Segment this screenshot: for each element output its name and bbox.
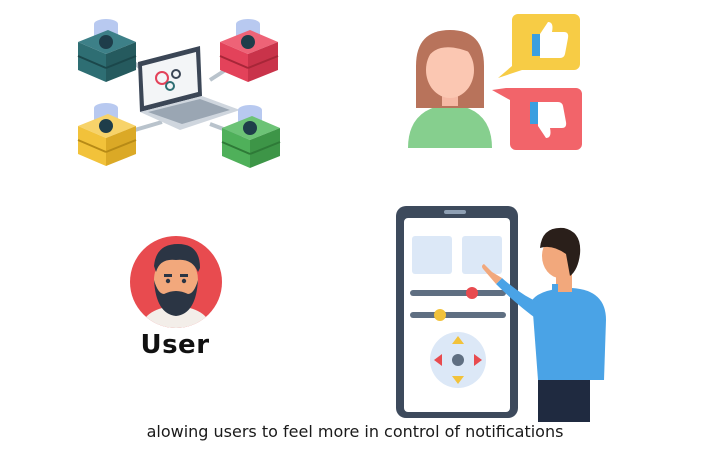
server-teal-icon <box>77 19 137 82</box>
thumbs-up-bubble-icon <box>498 14 580 78</box>
phone-controls-illustration <box>396 206 606 422</box>
feedback-illustration <box>408 14 582 150</box>
phone-icon <box>396 206 518 418</box>
server-green-icon <box>221 105 281 168</box>
user-avatar <box>130 236 222 328</box>
server-network-illustration <box>77 19 281 168</box>
caption-text: alowing users to feel more in control of… <box>146 422 564 441</box>
server-yellow-icon <box>77 103 137 166</box>
person-icon <box>408 30 492 148</box>
thumbs-down-bubble-icon <box>492 88 582 150</box>
user-label: User <box>140 330 210 360</box>
server-red-icon <box>219 19 279 82</box>
